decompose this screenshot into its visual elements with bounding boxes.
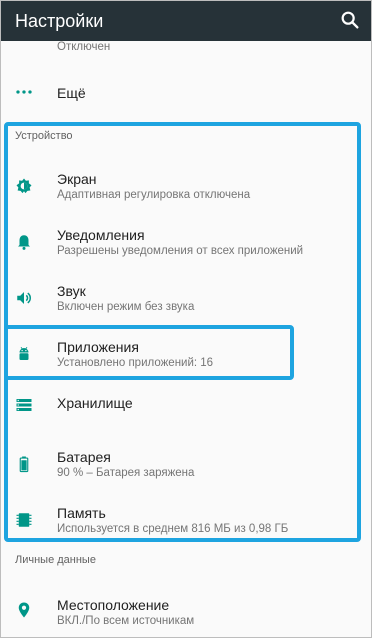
list-item-subtitle: Отключен: [57, 41, 111, 53]
app-bar: Настройки: [1, 1, 371, 41]
more-icon: [16, 90, 32, 94]
location-icon: [18, 602, 30, 618]
settings-screen: Настройки Отключен Ещё Устройство Экран …: [0, 0, 372, 638]
list-item-partial[interactable]: Отключен: [1, 41, 371, 57]
section-header-personal: Личные данные: [15, 554, 96, 566]
search-icon[interactable]: [339, 9, 361, 31]
list-item-location[interactable]: Местоположение ВКЛ./По всем источникам: [1, 593, 371, 633]
list-item-subtitle: ВКЛ./По всем источникам: [57, 615, 195, 627]
list-item-more[interactable]: Ещё: [1, 77, 371, 107]
apps-item-highlight: [4, 325, 294, 380]
page-title: Настройки: [15, 11, 104, 31]
list-item-title: Местоположение: [57, 597, 170, 613]
list-item-title: Ещё: [57, 85, 86, 101]
